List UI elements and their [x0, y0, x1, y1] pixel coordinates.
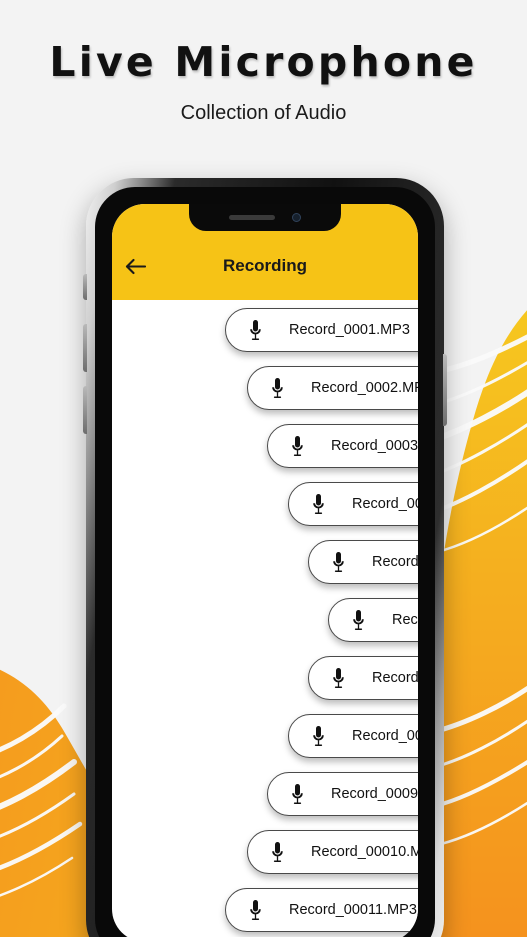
- microphone-icon: [248, 319, 263, 341]
- recording-list-item[interactable]: Record_0007.MP3: [308, 656, 418, 700]
- volume-down-button[interactable]: [83, 386, 87, 434]
- app-bar: Recording: [112, 244, 418, 288]
- recording-file-name: Record_0004.MP3: [352, 496, 418, 512]
- recording-list-item[interactable]: Record_0002.MP3: [247, 366, 418, 410]
- phone-screen: Recording Record_0001.MP3 Record_0002.MP3…: [112, 204, 418, 937]
- phone-mockup: Recording Record_0001.MP3 Record_0002.MP3…: [83, 178, 447, 937]
- recording-list-item[interactable]: Record_0004.MP3: [288, 482, 418, 526]
- recording-list-item[interactable]: Record_00010.MP3: [247, 830, 418, 874]
- recording-list-item[interactable]: Record_0006.MP3: [328, 598, 418, 642]
- recording-file-name: Record_0009.MP3: [331, 786, 418, 802]
- power-button[interactable]: [443, 354, 447, 426]
- microphone-icon: [331, 667, 346, 689]
- recording-file-name: Record_0003.MP3: [331, 438, 418, 454]
- page-title: Live Microphone: [49, 38, 478, 86]
- back-arrow-icon[interactable]: [112, 244, 158, 288]
- microphone-icon: [270, 377, 285, 399]
- phone-bezel: Recording Record_0001.MP3 Record_0002.MP3…: [95, 187, 435, 937]
- page-subtitle: Collection of Audio: [180, 102, 347, 124]
- recording-list-item[interactable]: Record_0001.MP3: [225, 308, 418, 352]
- recording-list-item[interactable]: Record_0003.MP3: [267, 424, 418, 468]
- recording-file-name: Record_0008.MP3: [352, 728, 418, 744]
- front-camera-icon: [292, 213, 301, 222]
- speaker-grille-icon: [229, 215, 275, 220]
- recording-file-name: Record_0002.MP3: [311, 380, 418, 396]
- microphone-icon: [248, 899, 263, 921]
- silent-switch[interactable]: [83, 274, 87, 300]
- microphone-icon: [290, 435, 305, 457]
- recording-file-name: Record_0005.MP3: [372, 554, 418, 570]
- recording-list-item[interactable]: Record_00011.MP3: [225, 888, 418, 932]
- microphone-icon: [351, 609, 366, 631]
- recording-list-item[interactable]: Record_0008.MP3: [288, 714, 418, 758]
- recording-list: Record_0001.MP3 Record_0002.MP3 Record_000…: [112, 300, 418, 937]
- volume-up-button[interactable]: [83, 324, 87, 372]
- microphone-icon: [270, 841, 285, 863]
- recording-file-name: Record_0007.MP3: [372, 670, 418, 686]
- recording-list-item[interactable]: Record_0005.MP3: [308, 540, 418, 584]
- microphone-icon: [311, 725, 326, 747]
- microphone-icon: [311, 493, 326, 515]
- recording-list-item[interactable]: Record_0009.MP3: [267, 772, 418, 816]
- recording-file-name: Record_00011.MP3: [289, 902, 417, 918]
- microphone-icon: [331, 551, 346, 573]
- recording-file-name: Record_0001.MP3: [289, 322, 410, 338]
- app-screenshot: Live Microphone Collection of Audio Reco…: [0, 0, 527, 937]
- recording-file-name: Record_00010.MP3: [311, 844, 418, 860]
- recording-file-name: Record_0006.MP3: [392, 612, 418, 628]
- phone-notch: [189, 204, 341, 231]
- microphone-icon: [290, 783, 305, 805]
